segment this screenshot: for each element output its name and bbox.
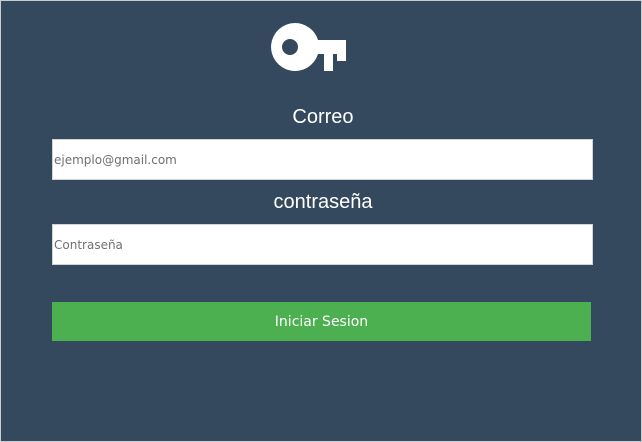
email-label: Correo <box>292 106 354 128</box>
login-panel: Correo contraseña Iniciar Sesion <box>0 0 642 442</box>
password-label: contraseña <box>273 191 373 213</box>
login-button[interactable]: Iniciar Sesion <box>52 302 591 341</box>
key-icon <box>271 22 346 71</box>
password-field[interactable] <box>52 224 593 265</box>
email-field[interactable] <box>52 139 593 180</box>
